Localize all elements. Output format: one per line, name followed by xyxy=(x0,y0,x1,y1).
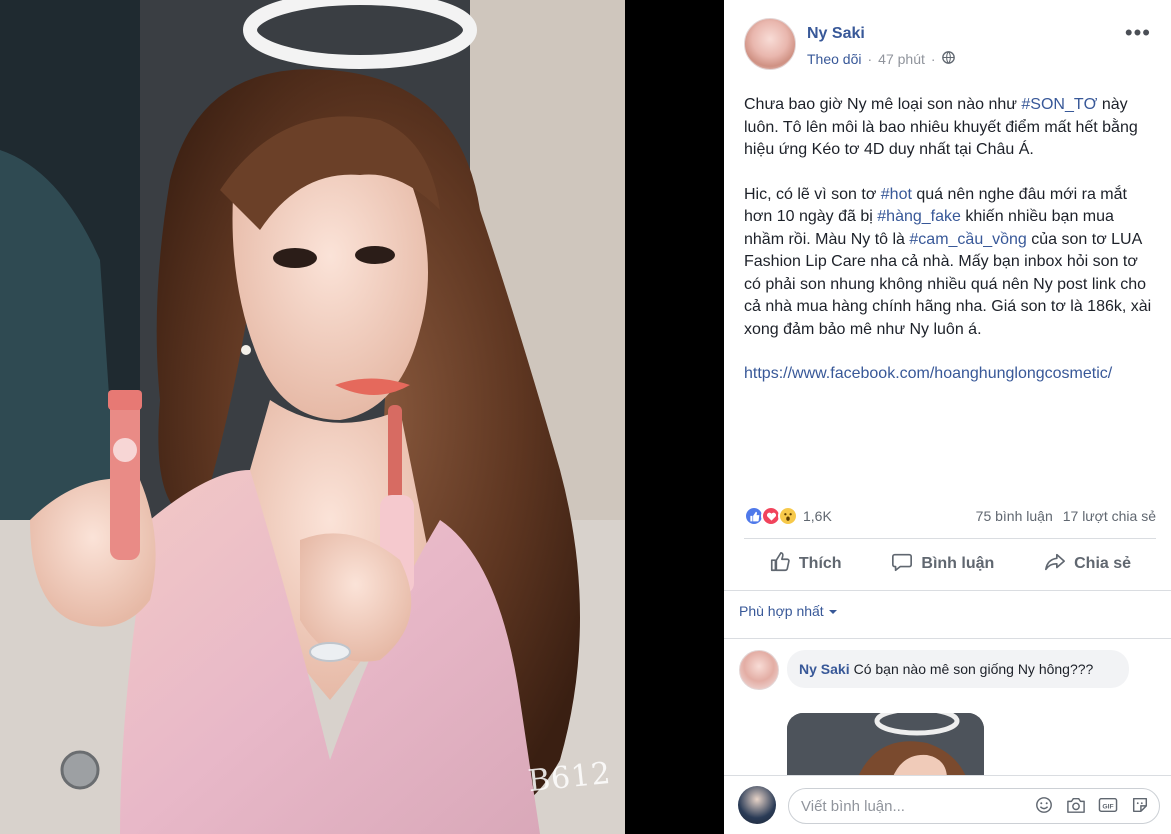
current-user-avatar xyxy=(738,786,776,824)
comment-attachment-image[interactable] xyxy=(787,713,984,779)
emoji-icon[interactable] xyxy=(1033,794,1055,816)
comment-sort-dropdown[interactable]: Phù hợp nhất xyxy=(739,603,838,619)
post-header: Ny Saki Theo dõi · 47 phút · ••• xyxy=(724,0,1171,90)
reaction-count[interactable]: 1,6K xyxy=(803,508,832,524)
composer-tools: GIF xyxy=(1033,794,1151,816)
hashtag-hot[interactable]: #hot xyxy=(881,186,912,203)
comment-count[interactable]: 75 bình luận xyxy=(976,508,1053,524)
comment-label: Bình luận xyxy=(921,555,995,572)
sticker-icon[interactable] xyxy=(1129,794,1151,816)
text-segment: Hic, có lẽ vì son tơ xyxy=(744,185,881,203)
camera-icon[interactable] xyxy=(1065,794,1087,816)
speech-bubble-icon xyxy=(891,551,913,578)
meta-dot-2: · xyxy=(930,51,936,67)
author-avatar[interactable] xyxy=(744,18,796,70)
comment-composer: Viết bình luận... GIF xyxy=(724,776,1171,834)
post-paragraph-3: https://www.facebook.com/hoanghunglongco… xyxy=(744,363,1154,386)
more-options-button[interactable]: ••• xyxy=(1125,22,1151,44)
commenter-name[interactable]: Ny Saki xyxy=(799,661,850,677)
caret-down-icon xyxy=(828,603,838,619)
comment-bubble: Ny Saki Có bạn nào mê son giống Ny hông??… xyxy=(787,650,1129,688)
globe-icon xyxy=(941,51,955,67)
viewer-gutter xyxy=(625,0,724,834)
photo-viewer: B612 Ny Saki Theo dõi · 47 phút · ••• Ch… xyxy=(0,0,1171,834)
attachment-thumbnail xyxy=(787,713,984,779)
reaction-icons[interactable] xyxy=(744,506,798,526)
gif-icon[interactable]: GIF xyxy=(1097,794,1119,816)
text-segment: Chưa bao giờ Ny mê loại son nào như xyxy=(744,96,1022,113)
wow-reaction-icon xyxy=(778,506,798,526)
sort-label: Phù hợp nhất xyxy=(739,603,824,619)
post-paragraph-2: Hic, có lẽ vì son tơ #hot quá nên nghe đ… xyxy=(744,184,1154,342)
post-actions: Thích Bình luận Chia sẻ xyxy=(744,542,1156,586)
post-panel: Ny Saki Theo dõi · 47 phút · ••• Chưa ba… xyxy=(724,0,1171,834)
meta-dot: · xyxy=(867,51,873,67)
hashtag-hang-fake[interactable]: #hàng_fake xyxy=(877,208,961,225)
share-count[interactable]: 17 lượt chia sẻ xyxy=(1063,508,1156,524)
post-paragraph-1: Chưa bao giờ Ny mê loại son nào như #SON… xyxy=(744,94,1154,162)
like-button[interactable]: Thích xyxy=(769,551,842,578)
hashtag-cam-cau-vong[interactable]: #cam_cầu_vồng xyxy=(909,231,1026,248)
commenter-avatar[interactable] xyxy=(739,650,779,690)
comment-input-placeholder: Viết bình luận... xyxy=(801,797,905,815)
comment-input[interactable]: Viết bình luận... GIF xyxy=(788,788,1160,824)
post-body: Chưa bao giờ Ny mê loại son nào như #SON… xyxy=(744,94,1154,408)
divider xyxy=(724,638,1171,639)
svg-text:GIF: GIF xyxy=(1102,804,1113,811)
share-button[interactable]: Chia sẻ xyxy=(1044,551,1131,578)
thumbs-up-icon xyxy=(769,551,791,578)
photo-illustration xyxy=(0,0,625,834)
reaction-summary: 1,6K 75 bình luận 17 lượt chia sẻ xyxy=(744,502,1156,530)
engagement-counts: 75 bình luận 17 lượt chia sẻ xyxy=(976,508,1156,524)
post-meta: Theo dõi · 47 phút · xyxy=(807,51,955,67)
divider xyxy=(724,590,1171,591)
hashtag-son-to[interactable]: #SON_TƠ xyxy=(1021,96,1097,113)
post-photo[interactable]: B612 xyxy=(0,0,625,834)
author-name[interactable]: Ny Saki xyxy=(807,25,865,43)
like-label: Thích xyxy=(798,555,842,572)
share-label: Chia sẻ xyxy=(1074,555,1132,572)
share-arrow-icon xyxy=(1044,551,1066,578)
post-link[interactable]: https://www.facebook.com/hoanghunglongco… xyxy=(744,365,1112,382)
post-time[interactable]: 47 phút xyxy=(878,51,925,67)
divider xyxy=(744,538,1156,539)
comment-button[interactable]: Bình luận xyxy=(891,551,994,578)
comment-text: Có bạn nào mê son giống Ny hông??? xyxy=(853,661,1094,677)
follow-link[interactable]: Theo dõi xyxy=(807,51,861,67)
